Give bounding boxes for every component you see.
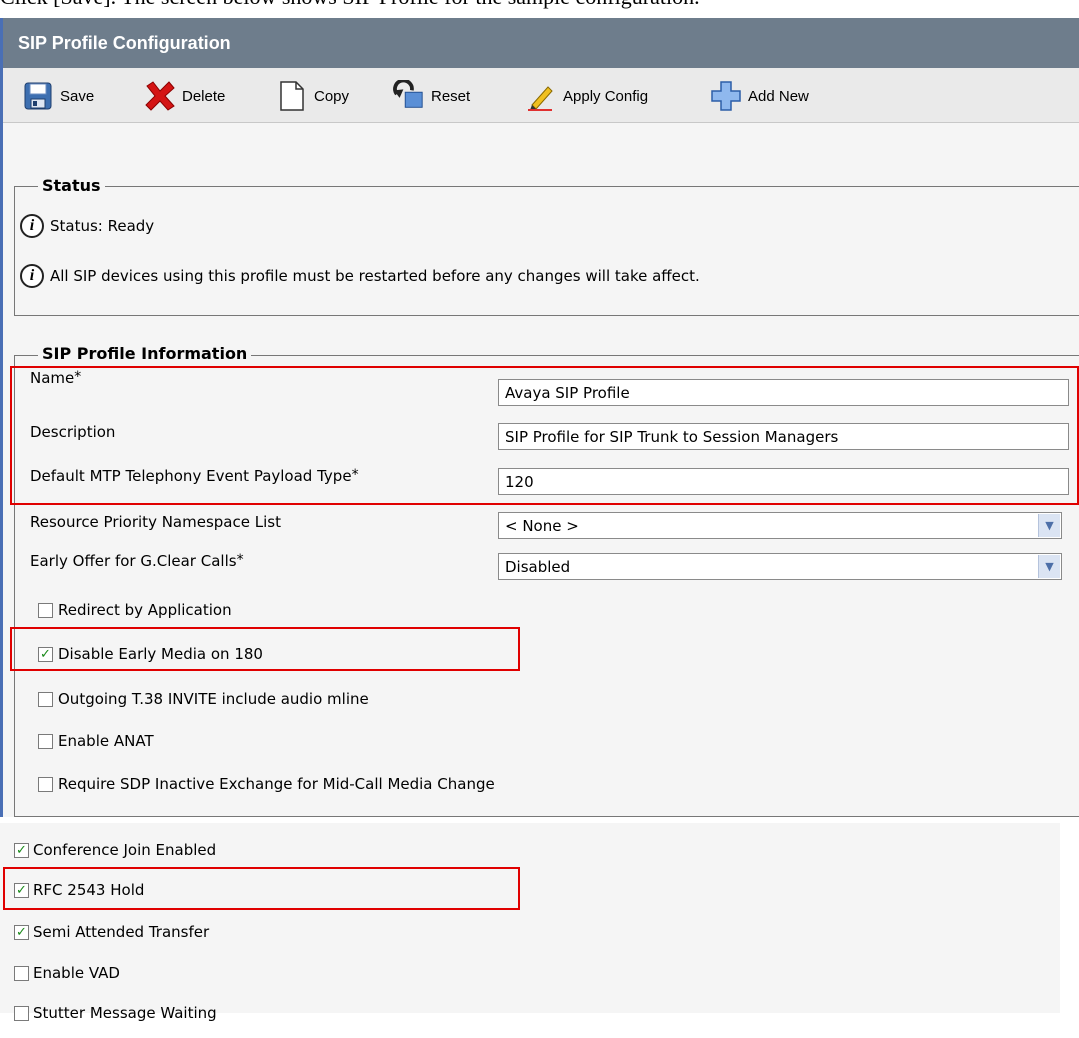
floppy-disk-icon bbox=[22, 80, 54, 112]
window-left-border bbox=[0, 18, 3, 817]
enable-anat-label: Enable ANAT bbox=[58, 732, 154, 750]
semi-attended-transfer-label: Semi Attended Transfer bbox=[33, 923, 210, 941]
stutter-message-waiting-checkbox[interactable] bbox=[14, 1006, 29, 1021]
semi-attended-transfer-checkbox[interactable]: ✓ bbox=[14, 925, 29, 940]
reset-button[interactable]: Reset bbox=[393, 80, 470, 112]
status-group bbox=[14, 186, 1079, 316]
save-button[interactable]: Save bbox=[22, 80, 94, 112]
info-icon: i bbox=[20, 264, 44, 288]
namespace-list-label: Resource Priority Namespace List bbox=[30, 513, 281, 531]
early-offer-label: Early Offer for G.Clear Calls* bbox=[30, 552, 244, 570]
restart-notice-text: All SIP devices using this profile must … bbox=[50, 267, 700, 285]
status-legend: Status bbox=[38, 176, 105, 195]
add-new-button[interactable]: Add New bbox=[710, 80, 809, 112]
add-new-label: Add New bbox=[748, 87, 809, 105]
reset-icon bbox=[393, 80, 425, 112]
sip-profile-information-legend: SIP Profile Information bbox=[38, 344, 252, 363]
chevron-down-icon[interactable]: ▼ bbox=[1038, 514, 1060, 537]
namespace-list-select[interactable]: < None > ▼ bbox=[498, 512, 1062, 539]
require-sdp-inactive-label: Require SDP Inactive Exchange for Mid-Ca… bbox=[58, 775, 495, 793]
conference-join-checkbox[interactable]: ✓ bbox=[14, 843, 29, 858]
document-caption: Click [Save]. The screen below shows SIP… bbox=[0, 0, 1079, 10]
copy-button[interactable]: Copy bbox=[276, 80, 349, 112]
namespace-list-value: < None > bbox=[505, 517, 579, 535]
chevron-down-icon[interactable]: ▼ bbox=[1038, 555, 1060, 578]
highlight-box-rfc-2543-hold bbox=[3, 867, 520, 910]
conference-join-label: Conference Join Enabled bbox=[33, 841, 217, 859]
redirect-by-application-checkbox[interactable] bbox=[38, 603, 53, 618]
save-label: Save bbox=[60, 87, 95, 105]
reset-label: Reset bbox=[431, 87, 471, 105]
early-offer-value: Disabled bbox=[505, 558, 571, 576]
outgoing-t38-label: Outgoing T.38 INVITE include audio mline bbox=[58, 690, 369, 708]
document-copy-icon bbox=[276, 80, 308, 112]
page-title: SIP Profile Configuration bbox=[18, 33, 231, 53]
outgoing-t38-checkbox[interactable] bbox=[38, 692, 53, 707]
info-icon: i bbox=[20, 214, 44, 238]
apply-config-label: Apply Config bbox=[563, 87, 649, 105]
early-offer-select[interactable]: Disabled ▼ bbox=[498, 553, 1062, 580]
red-x-icon bbox=[144, 80, 176, 112]
plus-icon bbox=[710, 80, 742, 112]
require-sdp-inactive-checkbox[interactable] bbox=[38, 777, 53, 792]
redirect-by-application-label: Redirect by Application bbox=[58, 601, 232, 619]
pencil-icon bbox=[525, 80, 557, 112]
delete-label: Delete bbox=[182, 87, 226, 105]
enable-vad-label: Enable VAD bbox=[33, 964, 120, 982]
highlight-box-disable-early-media bbox=[10, 627, 520, 671]
apply-config-button[interactable]: Apply Config bbox=[525, 80, 648, 112]
enable-anat-checkbox[interactable] bbox=[38, 734, 53, 749]
enable-vad-checkbox[interactable] bbox=[14, 966, 29, 981]
status-text: Status: Ready bbox=[50, 217, 155, 235]
delete-button[interactable]: Delete bbox=[144, 80, 225, 112]
highlight-box-profile-fields bbox=[10, 366, 1079, 505]
copy-label: Copy bbox=[314, 87, 350, 105]
stutter-message-waiting-label: Stutter Message Waiting bbox=[33, 1004, 217, 1022]
